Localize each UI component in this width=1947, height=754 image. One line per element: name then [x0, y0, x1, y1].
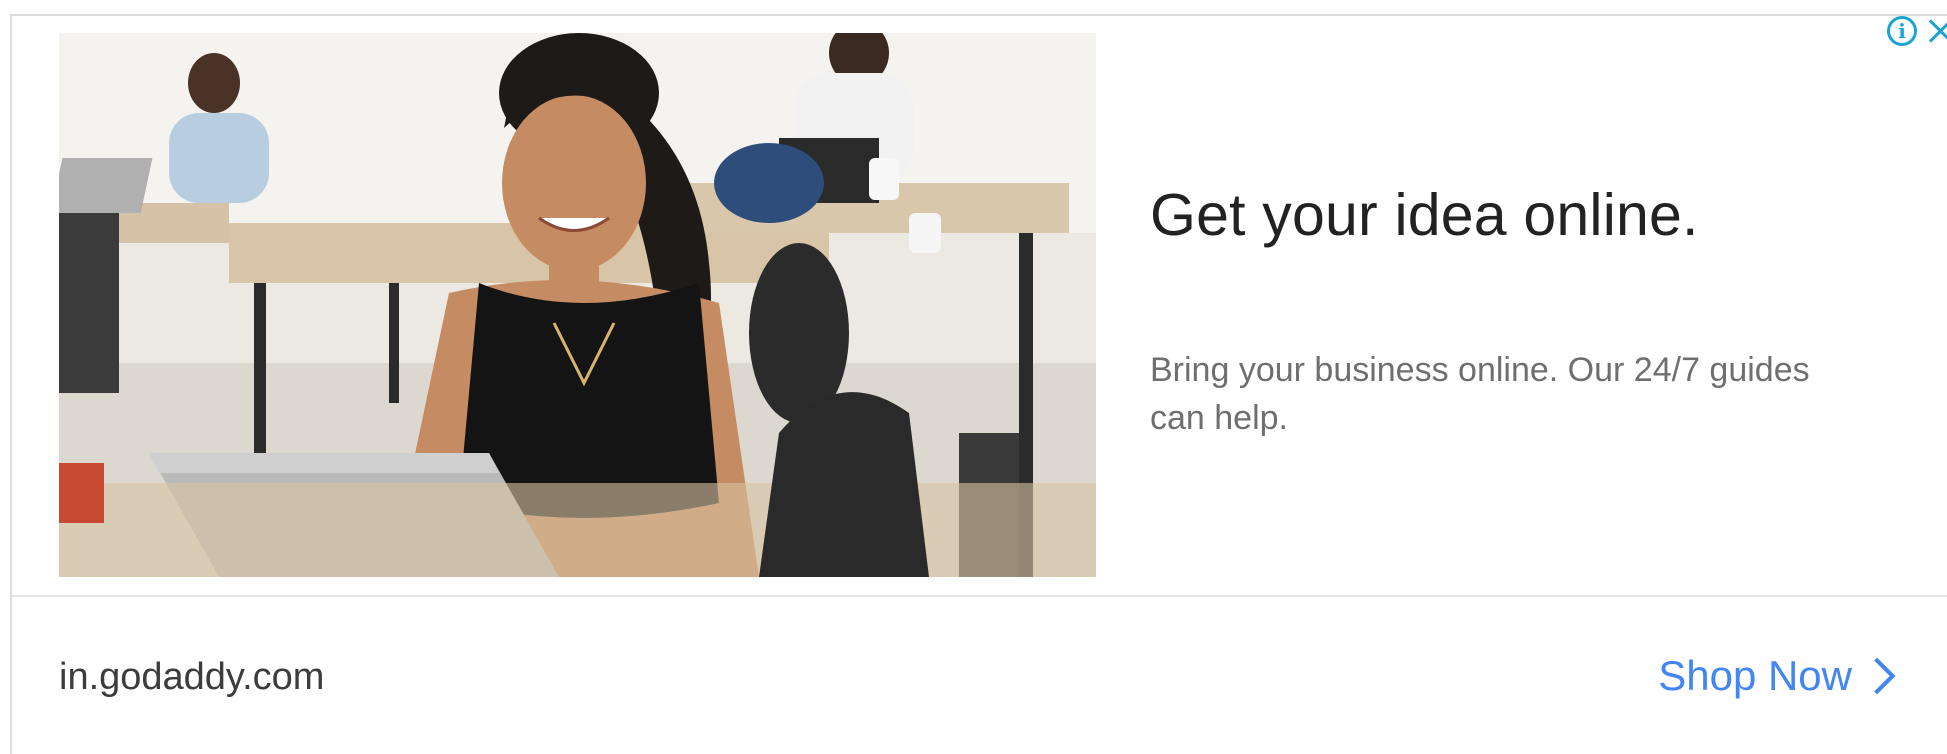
advertiser-domain[interactable]: in.godaddy.com	[59, 656, 324, 699]
shop-now-label: Shop Now	[1658, 652, 1852, 699]
ad-image[interactable]	[59, 33, 1096, 577]
office-photo	[59, 33, 1096, 577]
ad-content[interactable]: Get your idea online. Bring your busines…	[12, 16, 1947, 596]
ad-body-text[interactable]: Bring your business online. Our 24/7 gui…	[1150, 346, 1870, 442]
chevron-right-icon	[1858, 657, 1896, 695]
shop-now-button[interactable]: Shop Now	[1658, 652, 1896, 700]
ad-banner[interactable]: i Get your idea online. Bring your busin…	[10, 14, 1947, 754]
ad-headline[interactable]: Get your idea online.	[1150, 181, 1699, 249]
divider	[12, 595, 1947, 597]
